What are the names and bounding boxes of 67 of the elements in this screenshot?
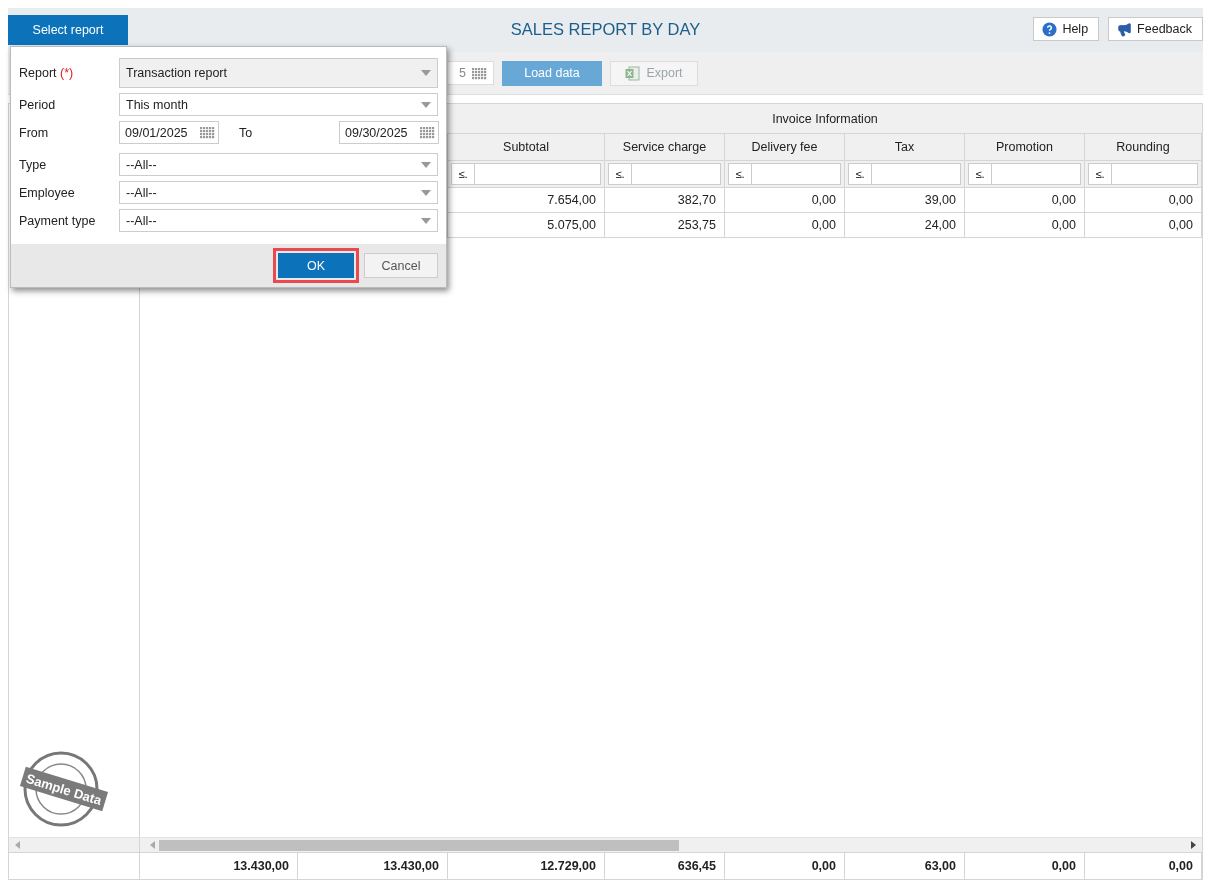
table-cell: 382,70 [605,188,725,212]
date-field[interactable]: 09/30/2025 [339,121,439,144]
column-header[interactable]: Service charge [605,134,725,160]
table-cell: 0,00 [1085,213,1202,237]
table-cell: 7.654,00 [448,188,605,212]
field-label: Period [19,97,57,112]
column-header[interactable]: Tax [845,134,965,160]
table-cell: 0,00 [1085,188,1202,212]
filter-field[interactable]: ≤. [451,163,601,185]
table-cell: 0,00 [965,213,1085,237]
dropdown-caret-icon [421,101,431,108]
total-cell: 0,00 [1085,853,1202,879]
dropdown[interactable]: --All-- [119,209,438,232]
total-cell: 636,45 [605,853,725,879]
spreadsheet-icon [625,65,641,81]
table-cell: 5.075,00 [448,213,605,237]
total-cell: 13.430,00 [140,853,298,879]
column-header[interactable]: Rounding [1085,134,1202,160]
calendar-icon[interactable] [472,66,487,80]
dropdown[interactable]: Transaction report [119,58,438,88]
field-label: From [19,125,50,140]
table-cell: 0,00 [725,188,845,212]
scroll-left-icon[interactable] [15,841,20,849]
filter-field[interactable]: ≤. [848,163,961,185]
field-label: Payment type [19,213,97,228]
column-header[interactable]: Delivery fee [725,134,845,160]
help-icon [1042,21,1058,37]
column-header[interactable]: Subtotal [448,134,605,160]
date-field[interactable]: 09/01/2025 [119,121,219,144]
report-title: SALES REPORT BY DAY [510,20,701,39]
total-cell: 0,00 [725,853,845,879]
ok-button[interactable]: OK [278,253,354,278]
total-cell: 12.729,00 [448,853,605,879]
total-cell: 13.430,00 [298,853,448,879]
feedback-button[interactable]: Feedback [1108,17,1203,41]
field-label: To [238,125,254,140]
column-header[interactable]: Promotion [965,134,1085,160]
dropdown[interactable]: --All-- [119,181,438,204]
table-cell: 0,00 [965,188,1085,212]
megaphone-icon [1117,21,1133,37]
calendar-icon[interactable] [200,126,215,139]
group-header: Invoice Information [771,111,879,126]
scroll-left-icon[interactable] [150,841,155,849]
total-cell: 63,00 [845,853,965,879]
dropdown[interactable]: This month [119,93,438,116]
dropdown-caret-icon [421,217,431,224]
date-field[interactable]: 5 [448,61,494,85]
table-cell: 253,75 [605,213,725,237]
sample-data-stamp: Sample Data [19,749,109,829]
filter-field[interactable]: ≤. [1088,163,1198,185]
field-label: Type [19,157,48,172]
calendar-icon[interactable] [420,126,435,139]
total-cell: 0,00 [965,853,1085,879]
cancel-button[interactable]: Cancel [364,253,438,278]
field-label: Employee [19,185,76,200]
filter-field[interactable]: ≤. [608,163,721,185]
dropdown[interactable]: --All-- [119,153,438,176]
scroll-right-icon[interactable] [1191,841,1196,849]
table-cell: 39,00 [845,188,965,212]
dropdown-caret-icon [421,70,431,76]
filter-field[interactable]: ≤. [728,163,841,185]
select-report-button[interactable]: Select report [8,15,128,45]
filter-field[interactable]: ≤. [968,163,1081,185]
field-label: Report (*) [19,66,75,80]
table-cell: 24,00 [845,213,965,237]
table-cell: 0,00 [725,213,845,237]
help-button[interactable]: Help [1033,17,1100,41]
